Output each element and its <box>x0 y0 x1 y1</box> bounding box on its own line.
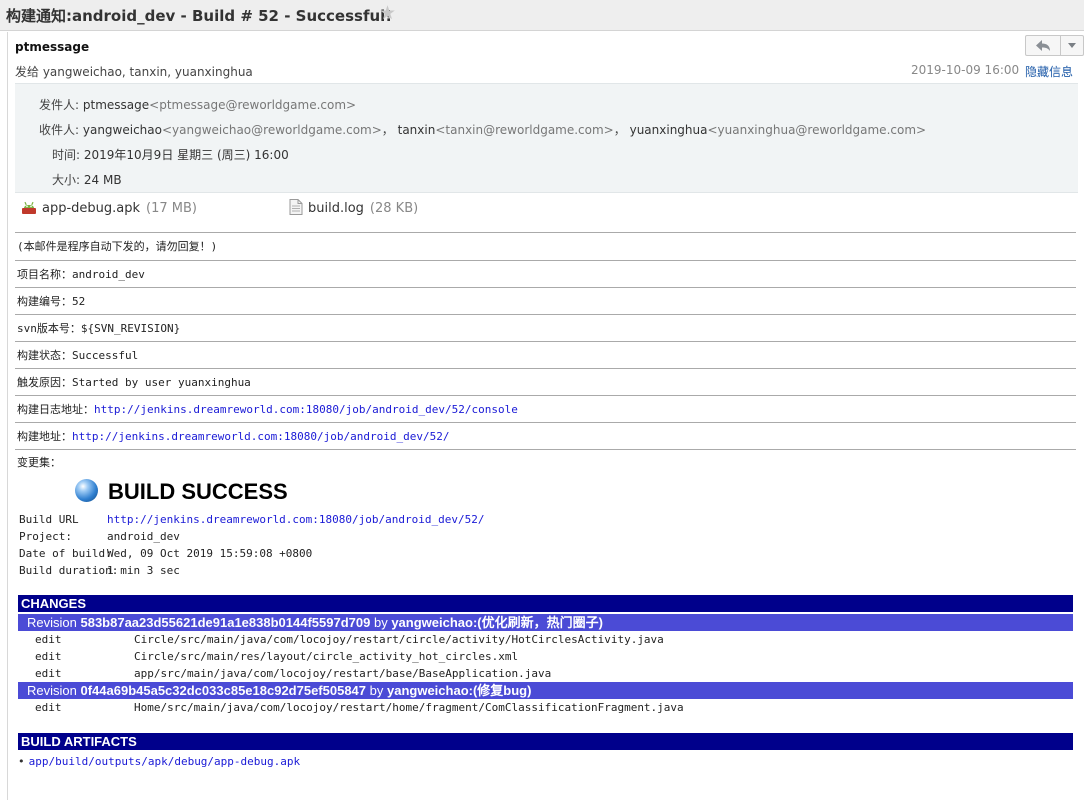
svn-revision-row: svn版本号：${SVN_REVISION} <box>15 314 1076 341</box>
sender-name: ptmessage <box>15 40 90 54</box>
artifact-link[interactable]: app/build/outputs/apk/debug/app-debug.ap… <box>29 755 301 768</box>
size-row: 大小: 24 MB <box>52 171 122 188</box>
to-row: 收件人: yangweichao<yangweichao@reworldgame… <box>39 123 927 137</box>
chevron-down-icon[interactable] <box>1061 36 1083 55</box>
header-details-panel: 发件人: ptmessage<ptmessage@reworldgame.com… <box>15 83 1078 193</box>
fact-row: Date of build: Wed, 09 Oct 2019 15:59:08 … <box>19 547 313 560</box>
notice-row: (本邮件是程序自动下发的，请勿回复！) <box>17 240 218 253</box>
attachment-name[interactable]: build.log <box>308 201 364 216</box>
build-info-table: (本邮件是程序自动下发的，请勿回复！) 项目名称：android_dev 构建编… <box>15 232 1076 450</box>
fact-row: Build duration: 1 min 3 sec <box>19 564 180 577</box>
email-subject: 构建通知:android_dev - Build # 52 - Successf… <box>6 7 393 25</box>
bullet-icon: • <box>18 755 25 768</box>
build-result-title: BUILD SUCCESS <box>108 479 288 504</box>
revision-author: yangweichao:(修复bug) <box>387 683 532 698</box>
email-view: ptmessage 发给 yangweichao, tanxin, yuanxi… <box>7 32 1084 800</box>
from-address: <ptmessage@reworldgame.com> <box>149 98 357 112</box>
build-status-row: 构建状态：Successful <box>15 341 1076 368</box>
changed-file-row: edit app/src/main/java/com/locojoy/restar… <box>35 667 552 680</box>
message-actions <box>1025 35 1084 56</box>
document-file-icon <box>289 199 303 215</box>
time-value: 2019年10月9日 星期三 (周三) 16:00 <box>83 148 289 162</box>
build-report-header: BUILD SUCCESS <box>15 475 1076 507</box>
recipient-address: <yuanxinghua@reworldgame.com> <box>707 123 927 137</box>
from-name[interactable]: ptmessage <box>83 98 149 112</box>
build-url-link[interactable]: http://jenkins.dreamreworld.com:18080/jo… <box>72 430 450 443</box>
from-label: 发件人: <box>39 98 80 112</box>
from-row: 发件人: ptmessage<ptmessage@reworldgame.com… <box>39 96 356 113</box>
recipients-summary: 发给 yangweichao, tanxin, yuanxinghua <box>15 65 253 79</box>
revision-header: Revision 583b87aa23d55621de91a1e838b0144… <box>18 614 1073 631</box>
email-body: (本邮件是程序自动下发的，请勿回复！) 项目名称：android_dev 构建编… <box>15 232 1076 770</box>
build-url-row: 构建地址：http://jenkins.dreamreworld.com:180… <box>15 422 1076 449</box>
title-bar: 构建通知:android_dev - Build # 52 - Successf… <box>0 0 1084 31</box>
recipient-name[interactable]: yuanxinghua <box>630 123 708 137</box>
build-number-row: 构建编号：52 <box>15 287 1076 314</box>
build-log-row: 构建日志地址：http://jenkins.dreamreworld.com:1… <box>15 395 1076 422</box>
recipient-name[interactable]: yangweichao <box>83 123 162 137</box>
revision-hash: 0f44a69b45a5c32dc033c85e18c92d75ef505847 <box>80 683 367 698</box>
time-row: 时间: 2019年10月9日 星期三 (周三) 16:00 <box>52 146 289 163</box>
revision-hash: 583b87aa23d55621de91a1e838b0144f5597d709 <box>80 615 371 630</box>
recipient-address: <yangweichao@reworldgame.com> <box>161 123 382 137</box>
time-label: 时间: <box>52 148 81 162</box>
build-artifacts-heading: BUILD ARTIFACTS <box>18 733 1073 750</box>
size-value: 24 MB <box>83 173 122 187</box>
fact-row: Project: android_dev <box>19 530 180 543</box>
attachment-item[interactable]: app-debug.apk (17 MB) <box>21 199 197 219</box>
email-datetime: 2019-10-09 16:00 <box>911 63 1020 77</box>
recipient-address: <tanxin@reworldgame.com> <box>435 123 614 137</box>
blue-ball-status-icon <box>75 479 98 502</box>
build-url-link[interactable]: http://jenkins.dreamreworld.com:18080/jo… <box>107 511 485 528</box>
apk-file-icon <box>21 199 37 215</box>
changes-heading: CHANGES <box>18 595 1073 612</box>
attachment-size: (17 MB) <box>146 201 197 216</box>
hide-details-link[interactable]: 隐藏信息 <box>1025 63 1073 80</box>
recipient-name[interactable]: tanxin <box>398 123 436 137</box>
changed-file-row: edit Circle/src/main/res/layout/circle_ac… <box>35 650 519 663</box>
revision-author: yangweichao:(优化刷新，热门圈子) <box>391 615 603 630</box>
project-row: 项目名称：android_dev <box>15 260 1076 287</box>
star-icon[interactable]: ★ <box>379 2 396 24</box>
fact-row: Build URL http://jenkins.dreamreworld.com… <box>19 511 485 528</box>
size-label: 大小: <box>52 173 81 187</box>
revision-header: Revision 0f44a69b45a5c32dc033c85e18c92d7… <box>18 682 1073 699</box>
changed-file-row: edit Circle/src/main/java/com/locojoy/res… <box>35 633 664 646</box>
build-facts: Build URL http://jenkins.dreamreworld.com… <box>15 511 1076 579</box>
changed-file-row: edit Home/src/main/java/com/locojoy/resta… <box>35 701 684 714</box>
attachment-item[interactable]: build.log (28 KB) <box>289 199 418 219</box>
trigger-cause-row: 触发原因：Started by user yuanxinghua <box>15 368 1076 395</box>
reply-icon[interactable] <box>1026 36 1061 55</box>
to-label: 收件人: <box>39 123 80 137</box>
attachment-size: (28 KB) <box>369 201 419 216</box>
changeset-label: 变更集： <box>17 456 61 469</box>
build-log-link[interactable]: http://jenkins.dreamreworld.com:18080/jo… <box>94 403 518 416</box>
attachment-name[interactable]: app-debug.apk <box>42 201 140 216</box>
artifact-item: • app/build/outputs/apk/debug/app-debug.a… <box>15 753 1076 770</box>
